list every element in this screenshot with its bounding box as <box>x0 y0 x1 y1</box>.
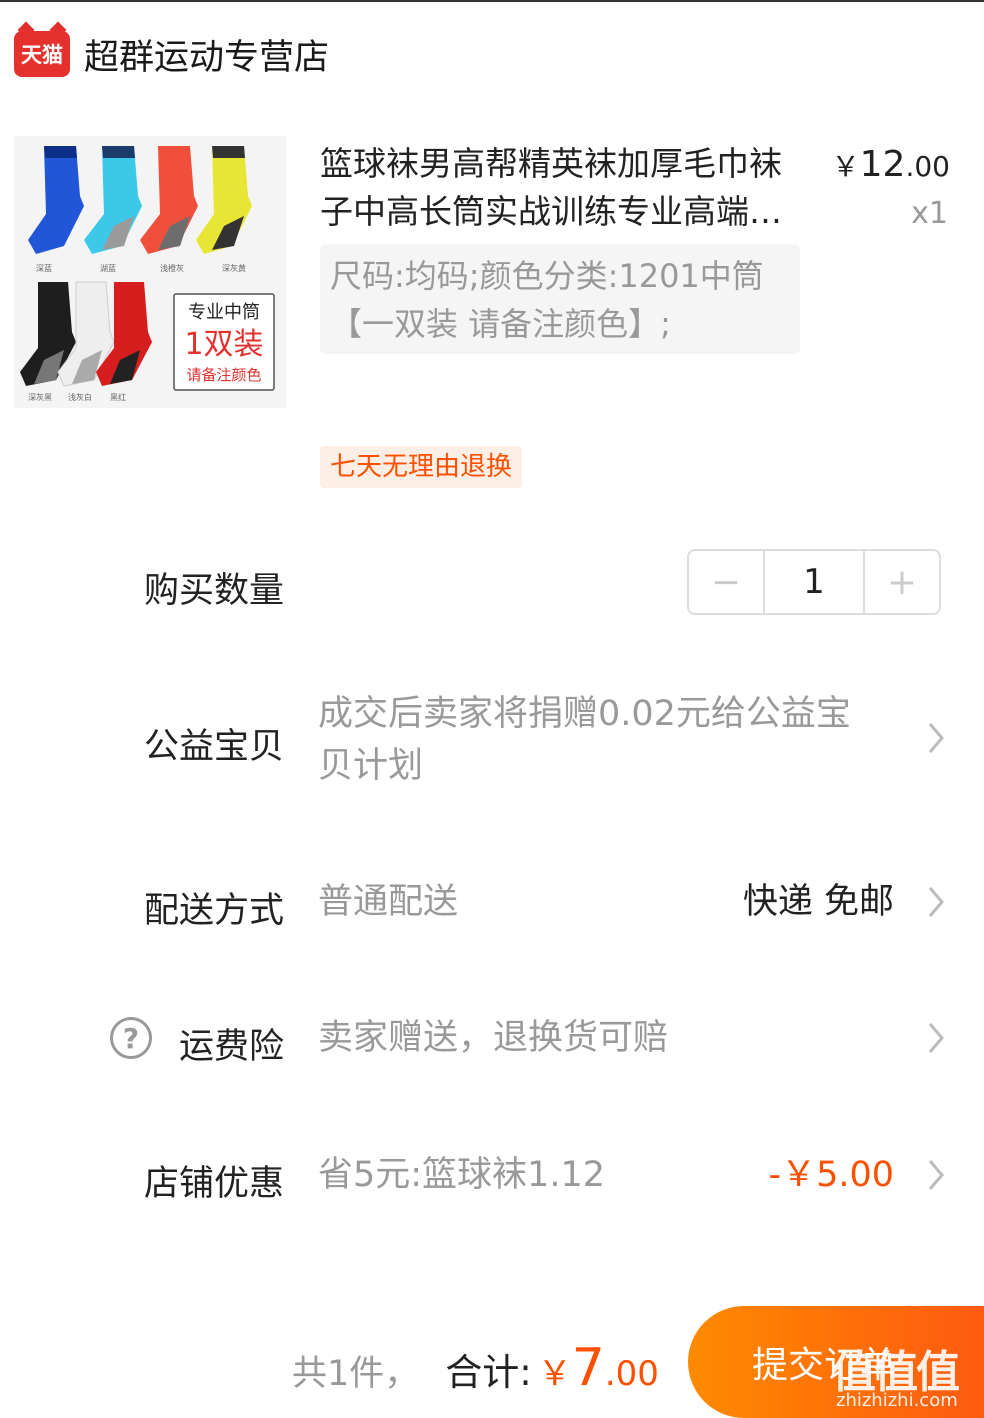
top-border <box>0 0 984 2</box>
help-icon[interactable]: ? <box>110 1017 152 1059</box>
product-price: ￥12.00 <box>832 144 950 185</box>
sku-description[interactable]: 尺码:均码;颜色分类:1201中筒【一双装 请备注颜色】; <box>320 244 800 354</box>
image-badge-line2: 1双装 <box>184 327 263 362</box>
total-decimal: .00 <box>604 1354 659 1394</box>
product-title[interactable]: 篮球袜男高帮精英袜加厚毛巾袜子中高长筒实战训练专业高端运动袜 <box>320 140 800 236</box>
price-decimal: .00 <box>905 150 950 183</box>
delivery-method: 快递 免邮 <box>742 882 894 922</box>
total-label: 合计: <box>445 1351 532 1394</box>
color-label-3: 浅橙灰 <box>160 263 184 273</box>
quantity-stepper[interactable]: − 1 + <box>687 549 941 615</box>
charity-label: 公益宝贝 <box>143 727 284 767</box>
product-image[interactable]: 深蓝 湖蓝 浅橙灰 深灰黄 深灰黑 浅灰白 黑红 专业中筒 1双装 请备注颜色 <box>14 136 286 408</box>
color-label-1: 深蓝 <box>36 263 52 273</box>
return-policy-tag: 七天无理由退换 <box>320 446 523 488</box>
total-integer: 7 <box>571 1338 605 1398</box>
image-badge-line1: 专业中筒 <box>188 302 260 323</box>
shop-discount-value: 省5元:篮球袜1.12 <box>318 1155 605 1195</box>
chevron-right-icon <box>928 887 944 917</box>
chevron-right-icon <box>928 723 944 753</box>
item-count: 共1件， <box>292 1354 420 1394</box>
price-currency: ￥ <box>831 150 860 183</box>
sock-dark-blue <box>28 146 84 254</box>
total-amount: ￥7.00 <box>538 1338 659 1398</box>
watermark-url: zhizhizhi.com <box>836 1390 958 1411</box>
chevron-right-icon <box>928 1023 944 1053</box>
quantity-label: 购买数量 <box>143 571 284 611</box>
shipping-insurance-label: 运费险 <box>178 1027 284 1067</box>
color-label-5: 深灰黑 <box>28 392 52 402</box>
quantity-input[interactable]: 1 <box>763 551 865 613</box>
quantity-plus-button[interactable]: + <box>865 551 939 613</box>
shop-discount-amount: -￥5.00 <box>768 1155 894 1195</box>
order-total: 共1件， 合计: ￥7.00 <box>292 1338 659 1398</box>
quantity-minus-button[interactable]: − <box>689 551 763 613</box>
color-label-4: 深灰黄 <box>222 263 246 273</box>
sock-orange-gray <box>140 146 198 254</box>
delivery-label: 配送方式 <box>143 891 284 931</box>
color-label-2: 湖蓝 <box>100 263 116 273</box>
total-currency: ￥ <box>537 1354 572 1394</box>
charity-value: 成交后卖家将捐赠0.02元给公益宝贝计划 <box>318 694 851 786</box>
chevron-right-icon <box>928 1160 944 1190</box>
sock-gray-yellow <box>196 146 252 254</box>
delivery-value: 普通配送 <box>318 882 459 922</box>
price-integer: 12 <box>859 144 906 185</box>
color-label-6: 浅灰白 <box>68 392 92 402</box>
shipping-insurance-value: 卖家赠送，退换货可赔 <box>318 1018 669 1058</box>
image-badge-line3: 请备注颜色 <box>186 366 261 384</box>
shop-discount-label: 店铺优惠 <box>143 1164 284 1204</box>
tmall-logo: 天猫 <box>14 31 70 77</box>
color-label-7: 黑红 <box>110 392 126 402</box>
shop-name[interactable]: 超群运动专营店 <box>84 29 329 80</box>
product-quantity: x1 <box>911 196 948 231</box>
shop-header[interactable]: 天猫 超群运动专营店 <box>14 24 329 84</box>
socks-illustration: 深蓝 湖蓝 浅橙灰 深灰黄 深灰黑 浅灰白 黑红 专业中筒 1双装 请备注颜色 <box>20 146 275 402</box>
sock-lake-blue <box>84 146 142 254</box>
